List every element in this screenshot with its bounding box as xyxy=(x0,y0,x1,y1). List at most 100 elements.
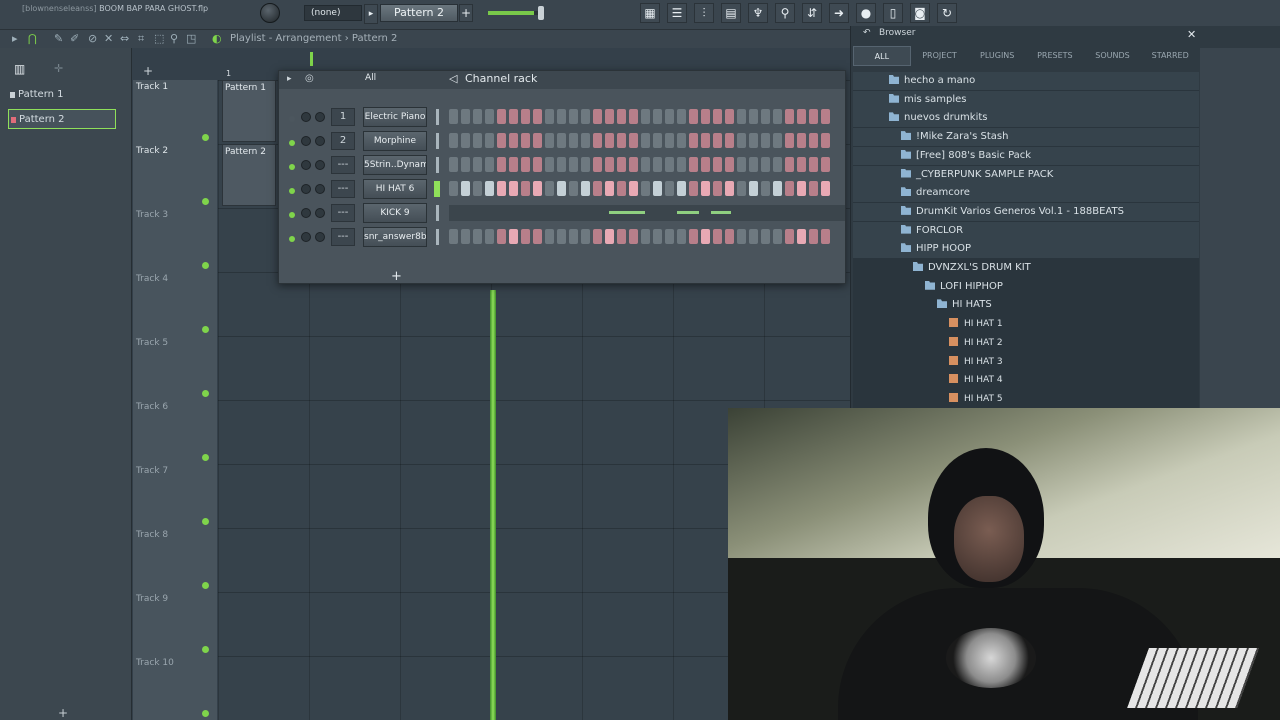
step-button[interactable] xyxy=(689,181,698,196)
select-icon[interactable]: ⬚ xyxy=(154,32,164,45)
step-button[interactable] xyxy=(557,133,566,148)
browser-folder[interactable]: !Mike Zara's Stash xyxy=(853,128,1199,147)
step-button[interactable] xyxy=(557,229,566,244)
step-button[interactable] xyxy=(677,181,686,196)
arrow-right-icon[interactable]: ➜ xyxy=(829,3,849,23)
channel-select-bar[interactable] xyxy=(436,229,439,245)
track-mute-button[interactable] xyxy=(202,134,209,141)
channel-enable-button[interactable] xyxy=(289,140,295,146)
channel-pan-knob[interactable] xyxy=(301,208,311,218)
channel-mixer-track[interactable]: 1 xyxy=(331,108,355,126)
step-button[interactable] xyxy=(509,133,518,148)
step-button[interactable] xyxy=(449,109,458,124)
browser-audio-file[interactable]: HI HAT 5 xyxy=(853,390,1199,408)
channel-volume-knob[interactable] xyxy=(315,112,325,122)
step-button[interactable] xyxy=(581,133,590,148)
step-button[interactable] xyxy=(797,229,806,244)
step-button[interactable] xyxy=(581,181,590,196)
step-button[interactable] xyxy=(509,229,518,244)
step-button[interactable] xyxy=(701,181,710,196)
step-button[interactable] xyxy=(545,133,554,148)
step-button[interactable] xyxy=(653,133,662,148)
step-button[interactable] xyxy=(473,181,482,196)
clip-pattern-1[interactable]: Pattern 1 xyxy=(222,80,276,142)
channel-filter[interactable]: All xyxy=(365,73,376,83)
track-label[interactable]: Track 1 xyxy=(136,82,168,92)
step-button[interactable] xyxy=(725,229,734,244)
step-button[interactable] xyxy=(485,181,494,196)
step-button[interactable] xyxy=(545,229,554,244)
step-button[interactable] xyxy=(593,133,602,148)
channel-pan-knob[interactable] xyxy=(301,232,311,242)
step-button[interactable] xyxy=(605,133,614,148)
track-mute-button[interactable] xyxy=(202,582,209,589)
step-button[interactable] xyxy=(749,157,758,172)
delete-icon[interactable]: ✕ xyxy=(104,32,113,45)
zoom-icon[interactable]: ⚲ xyxy=(170,32,178,45)
step-button[interactable] xyxy=(761,133,770,148)
step-button[interactable] xyxy=(749,133,758,148)
step-button[interactable] xyxy=(509,109,518,124)
step-button[interactable] xyxy=(449,229,458,244)
step-button[interactable] xyxy=(641,157,650,172)
browser-back-icon[interactable]: ↶ xyxy=(863,28,871,38)
browser-folder[interactable]: nuevos drumkits xyxy=(853,109,1199,128)
step-button[interactable] xyxy=(809,181,818,196)
pencil-icon[interactable]: ✎ xyxy=(54,32,63,45)
master-pitch-knob[interactable] xyxy=(260,3,280,23)
step-button[interactable] xyxy=(605,229,614,244)
channel-volume-knob[interactable] xyxy=(315,208,325,218)
step-button[interactable] xyxy=(713,181,722,196)
mute-icon[interactable]: ⊘ xyxy=(88,32,97,45)
step-button[interactable] xyxy=(461,181,470,196)
channel-enable-button[interactable] xyxy=(289,164,295,170)
playlist-icon[interactable]: ▦ xyxy=(640,3,660,23)
step-button[interactable] xyxy=(617,157,626,172)
channel-pan-knob[interactable] xyxy=(301,112,311,122)
step-button[interactable] xyxy=(617,229,626,244)
add-pattern-icon[interactable]: + xyxy=(58,706,68,720)
slice-icon[interactable]: ⌗ xyxy=(138,32,144,46)
pattern-selector[interactable]: Pattern 2 xyxy=(380,4,458,22)
step-button[interactable] xyxy=(629,229,638,244)
browser-tab-presets[interactable]: PRESETS xyxy=(1026,46,1084,66)
step-button[interactable] xyxy=(497,181,506,196)
plugin-picker-icon[interactable]: ⚲ xyxy=(775,3,795,23)
step-button[interactable] xyxy=(773,229,782,244)
channel-name-button[interactable]: 5Strin..Dynamic xyxy=(363,155,427,175)
track-label[interactable]: Track 3 xyxy=(136,210,168,220)
step-button[interactable] xyxy=(629,181,638,196)
browser-tab-all[interactable]: ALL xyxy=(853,46,911,66)
browser-audio-file[interactable]: HI HAT 3 xyxy=(853,353,1199,371)
step-button[interactable] xyxy=(497,133,506,148)
step-button[interactable] xyxy=(785,133,794,148)
track-label[interactable]: Track 9 xyxy=(136,594,168,604)
step-button[interactable] xyxy=(545,157,554,172)
disk-icon[interactable]: ◙ xyxy=(910,3,930,23)
step-button[interactable] xyxy=(725,133,734,148)
channel-volume-knob[interactable] xyxy=(315,160,325,170)
step-button[interactable] xyxy=(461,229,470,244)
step-button[interactable] xyxy=(593,109,602,124)
step-button[interactable] xyxy=(533,181,542,196)
track-mute-button[interactable] xyxy=(202,454,209,461)
file-icon[interactable]: ▯ xyxy=(883,3,903,23)
browser-icon[interactable]: ⇵ xyxy=(802,3,822,23)
channel-select-bar[interactable] xyxy=(436,133,439,149)
step-button[interactable] xyxy=(797,157,806,172)
step-button[interactable] xyxy=(581,109,590,124)
step-button[interactable] xyxy=(713,133,722,148)
step-button[interactable] xyxy=(761,229,770,244)
channel-mixer-track[interactable]: 2 xyxy=(331,132,355,150)
step-button[interactable] xyxy=(569,157,578,172)
step-button[interactable] xyxy=(797,109,806,124)
step-button[interactable] xyxy=(653,229,662,244)
step-button[interactable] xyxy=(449,157,458,172)
step-button[interactable] xyxy=(785,109,794,124)
step-button[interactable] xyxy=(785,157,794,172)
step-button[interactable] xyxy=(653,157,662,172)
step-button[interactable] xyxy=(665,109,674,124)
step-button[interactable] xyxy=(473,109,482,124)
step-button[interactable] xyxy=(497,109,506,124)
brush-icon[interactable]: ✐ xyxy=(70,32,79,45)
